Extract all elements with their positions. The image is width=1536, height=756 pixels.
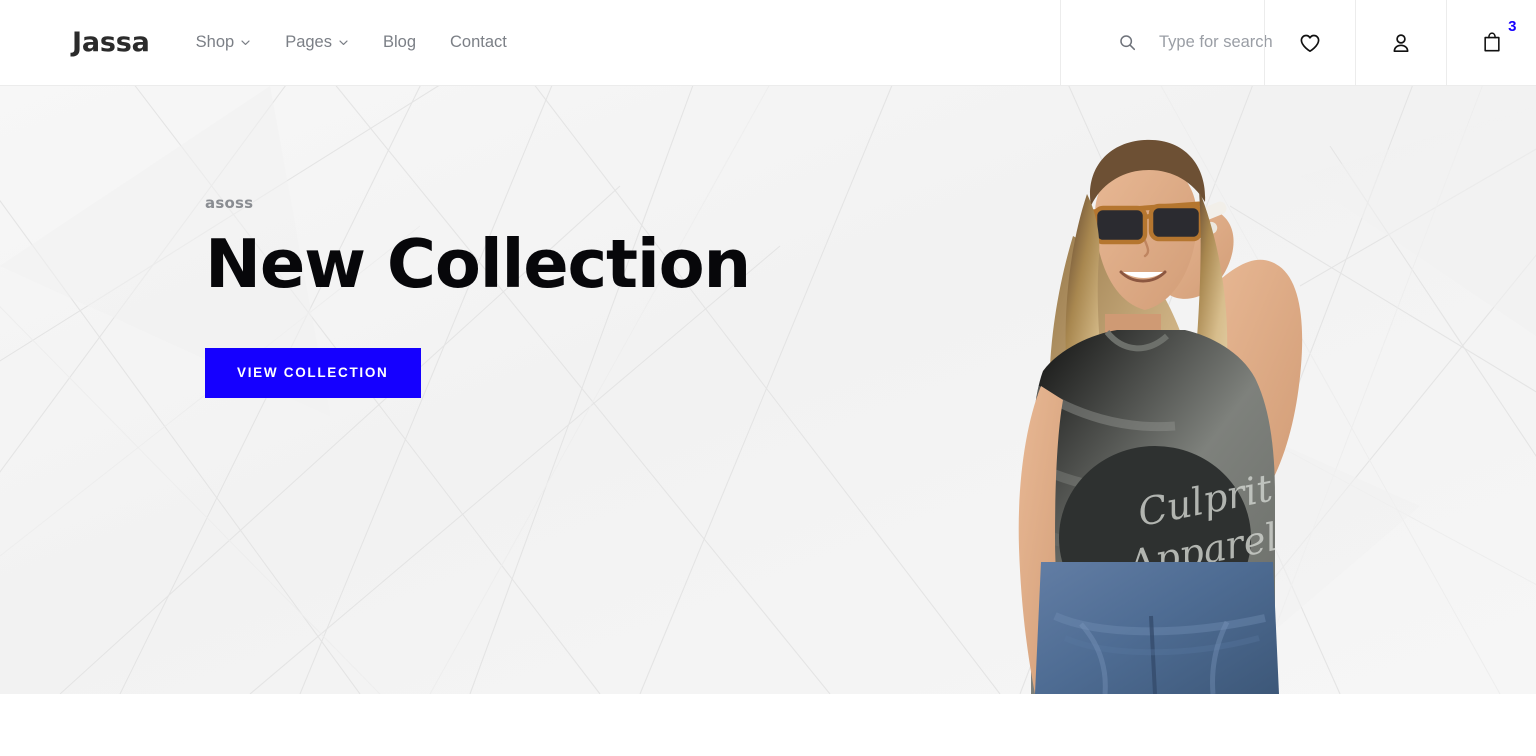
user-icon xyxy=(1389,31,1413,55)
nav-item-blog[interactable]: Blog xyxy=(383,34,416,51)
nav-label-blog: Blog xyxy=(382,33,417,52)
chevron-down-icon xyxy=(338,37,349,48)
cart-count-badge: 3 xyxy=(1508,17,1517,35)
header-left: Jassa Shop Pages Blog Contact xyxy=(0,0,1060,85)
search-icon xyxy=(1119,34,1136,51)
hero-title: New Collection xyxy=(205,225,751,303)
nav-label-shop: Shop xyxy=(195,33,235,52)
nav-label-contact: Contact xyxy=(450,33,507,52)
below-fold-space xyxy=(0,694,1536,756)
main-navigation: Shop Pages Blog Contact xyxy=(196,34,507,51)
site-header: Jassa Shop Pages Blog Contact Type for s… xyxy=(0,0,1536,86)
brand-logo[interactable]: Jassa xyxy=(72,29,150,56)
search-box[interactable] xyxy=(1060,0,1274,85)
hero-eyebrow: asoss xyxy=(205,194,254,212)
view-collection-button[interactable]: VIEW COLLECTION xyxy=(205,347,421,398)
nav-item-contact[interactable]: Contact xyxy=(450,34,507,51)
hero-copy: asoss New Collection VIEW COLLECTION xyxy=(205,194,751,398)
page-root: Jassa Shop Pages Blog Contact Type for s… xyxy=(0,0,1536,756)
wishlist-button[interactable] xyxy=(1264,0,1355,85)
hero-banner: asoss New Collection VIEW COLLECTION Cul… xyxy=(0,86,1536,694)
cart-icon-wrap: 3 xyxy=(1480,19,1517,56)
nav-item-pages[interactable]: Pages xyxy=(285,34,349,51)
nav-label-pages: Pages xyxy=(285,33,332,52)
search-input[interactable] xyxy=(1159,33,1274,52)
cart-button[interactable]: 3 xyxy=(1446,0,1536,85)
shopping-bag-icon xyxy=(1480,30,1504,54)
hero-model-image: Culprit Apparel xyxy=(855,86,1415,694)
heart-icon xyxy=(1298,31,1322,55)
nav-item-shop[interactable]: Shop xyxy=(196,34,252,51)
chevron-down-icon xyxy=(240,37,251,48)
account-button[interactable] xyxy=(1355,0,1446,85)
header-actions: 3 xyxy=(1060,0,1536,85)
